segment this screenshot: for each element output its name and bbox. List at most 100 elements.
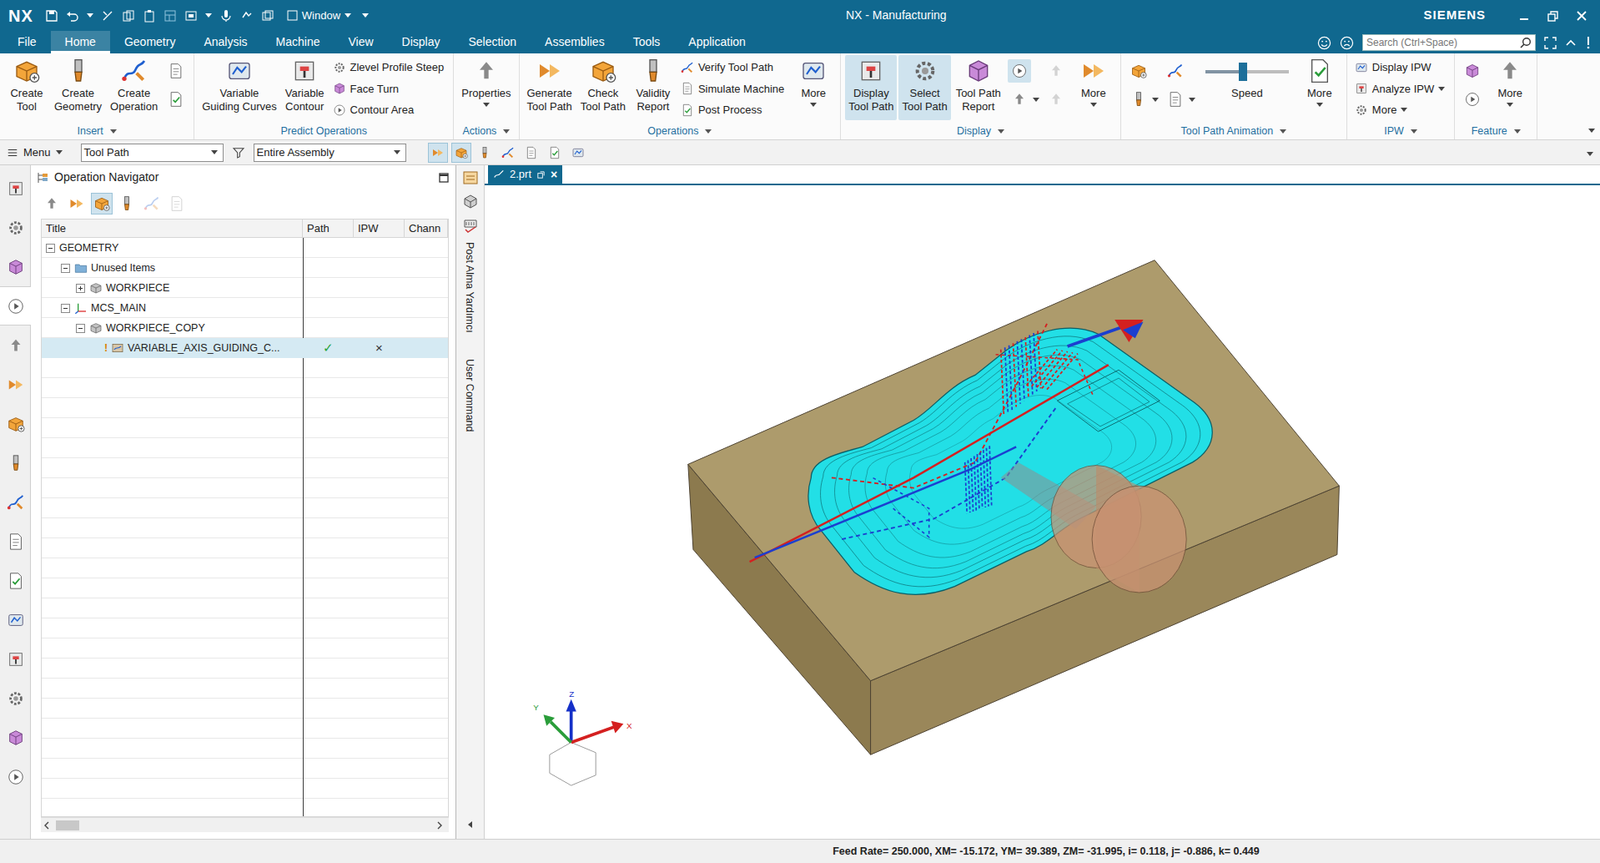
menu-label[interactable]: Menu [23, 144, 51, 162]
scope-dropdown[interactable]: Entire Assembly [253, 143, 407, 162]
close-icon[interactable] [1576, 7, 1587, 25]
ribbon-button[interactable]: GenerateTool Path [523, 55, 576, 121]
small-ribbon-button[interactable]: Verify Tool Path [679, 58, 786, 77]
resource-bar-button[interactable] [0, 717, 31, 757]
scroll-thumb[interactable] [55, 820, 80, 831]
navigator-view-button[interactable] [65, 192, 88, 215]
button-label[interactable]: Report [636, 100, 670, 114]
button-label[interactable]: Face Turn [350, 80, 400, 98]
user-command-icon[interactable] [462, 216, 479, 234]
button-label[interactable]: Tool Path [955, 86, 1002, 101]
expand-toggle[interactable] [60, 263, 71, 273]
slider-thumb[interactable] [1238, 62, 1248, 81]
expand-toggle[interactable] [75, 323, 86, 333]
menu-tab[interactable]: Home [50, 30, 111, 54]
group-options-icon[interactable] [997, 129, 1005, 134]
ribbon-button[interactable]: More [1071, 55, 1117, 121]
resource-bar-button[interactable] [0, 286, 31, 326]
frown-feedback-icon[interactable] [1339, 34, 1354, 51]
resource-bar-button[interactable] [0, 599, 31, 639]
ribbon-button[interactable]: Tool PathReport [952, 55, 1005, 121]
button-label[interactable]: More [1081, 86, 1107, 101]
tree-row[interactable]: MCS_MAIN [41, 297, 448, 318]
menu-tab[interactable]: Assemblies [530, 30, 619, 54]
icon-button[interactable] [164, 59, 188, 83]
icon-button[interactable] [1127, 59, 1151, 83]
group-options-icon[interactable] [1410, 129, 1418, 134]
dropdown-caret-icon[interactable] [1188, 97, 1196, 102]
fullscreen-icon[interactable] [1544, 34, 1557, 51]
speed-slider[interactable]: Speed [1198, 55, 1296, 102]
maximize-panel-icon[interactable] [438, 168, 449, 187]
ribbon-button[interactable]: SelectTool Path [898, 55, 951, 121]
tree-row[interactable]: WORKPIECE_COPY [41, 317, 448, 338]
horizontal-scrollbar[interactable] [40, 816, 449, 832]
selection-tool-button[interactable] [521, 142, 542, 163]
icon-button[interactable] [1163, 87, 1188, 111]
graphics-canvas[interactable]: X Y Z [484, 185, 1600, 839]
group-options-icon[interactable] [704, 129, 712, 134]
small-ribbon-button[interactable]: More [1353, 100, 1447, 120]
navigator-view-button[interactable] [40, 192, 63, 215]
ribbon-button[interactable]: CheckTool Path [577, 55, 629, 121]
tree-row[interactable]: WORKPIECE [41, 277, 448, 298]
resource-bar-button[interactable] [0, 364, 31, 404]
tree-row[interactable]: !VARIABLE_AXIS_GUIDING_C...✓× [41, 337, 448, 358]
resource-bar-button[interactable] [0, 678, 31, 718]
button-label[interactable]: Variable [220, 86, 260, 101]
button-label[interactable]: More [1497, 86, 1523, 101]
resource-bar-button[interactable] [0, 325, 31, 365]
button-label[interactable]: Contour Area [350, 101, 415, 119]
ribbon-button[interactable]: DisplayTool Path [845, 55, 897, 121]
microphone-icon[interactable] [219, 9, 233, 23]
navigator-view-button[interactable] [115, 192, 138, 215]
ribbon-button[interactable]: ValidityReport [630, 55, 676, 121]
selection-tool-button[interactable] [451, 142, 472, 163]
minimize-icon[interactable] [1519, 7, 1530, 25]
button-label[interactable]: Tool Path [901, 100, 947, 114]
cutting-tool[interactable] [1001, 462, 1187, 593]
button-label[interactable]: Create [117, 86, 151, 101]
group-options-icon[interactable] [503, 129, 510, 134]
button-label[interactable]: Tool [16, 100, 37, 114]
button-label[interactable]: Report [961, 100, 995, 114]
window-menu[interactable]: Window [286, 7, 369, 25]
group-options-icon[interactable] [1279, 129, 1287, 134]
menu-tab[interactable]: Selection [453, 30, 531, 54]
menu-tab[interactable]: View [333, 30, 388, 54]
ribbon-button[interactable]: Properties [457, 55, 514, 121]
button-label[interactable]: Variable [285, 86, 325, 101]
button-label[interactable]: Simulate Machine [698, 80, 785, 98]
type-filter-value[interactable]: Tool Path [84, 144, 130, 162]
undock-icon[interactable] [536, 170, 546, 180]
icon-button[interactable] [1460, 87, 1485, 111]
resource-bar-button[interactable] [0, 246, 31, 287]
save-icon[interactable] [45, 9, 59, 23]
column-header[interactable]: Path [302, 219, 354, 237]
expand-toggle[interactable] [75, 283, 86, 293]
icon-button[interactable] [1460, 59, 1485, 83]
ribbon-options-icon[interactable] [1588, 128, 1595, 133]
menu-tab[interactable]: Tools [618, 30, 675, 54]
ribbon-button[interactable]: More [790, 55, 836, 121]
column-header[interactable]: Title [41, 219, 303, 237]
small-ribbon-button[interactable]: Display IPW [1353, 58, 1447, 77]
window-menu-label[interactable]: Window [301, 7, 341, 25]
menu-dropdown-icon[interactable] [55, 150, 63, 155]
paste-icon[interactable] [142, 9, 156, 23]
scroll-left-icon[interactable] [40, 816, 53, 834]
menu-tab[interactable]: Analysis [189, 30, 262, 54]
part-navigator-icon[interactable] [462, 192, 479, 211]
close-tab-button[interactable]: × [550, 166, 558, 184]
button-label[interactable]: Display [853, 86, 890, 101]
column-header[interactable]: Chann [404, 219, 448, 237]
smiley-feedback-icon[interactable] [1317, 34, 1332, 51]
tree-row[interactable]: Unused Items [41, 257, 448, 278]
row-title[interactable]: GEOMETRY [59, 240, 119, 257]
group-options-icon[interactable] [1514, 129, 1521, 134]
selection-tool-button[interactable] [474, 142, 495, 163]
menu-tab[interactable]: File [3, 30, 51, 54]
resource-bar-button[interactable] [0, 560, 31, 600]
navigator-view-button[interactable] [166, 192, 188, 215]
button-label[interactable]: More [800, 86, 826, 101]
